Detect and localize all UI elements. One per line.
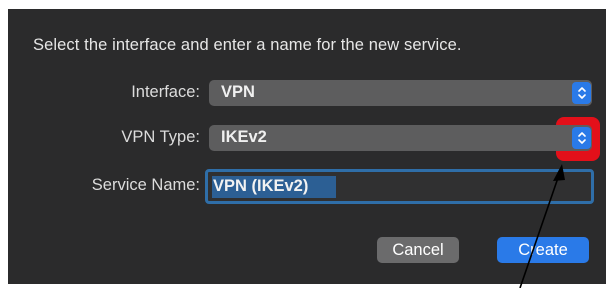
service-name-field[interactable] [205,169,594,204]
interface-select[interactable]: VPN [209,80,592,106]
new-service-dialog: Select the interface and enter a name fo… [8,9,606,284]
vpn-type-select-value: IKEv2 [221,128,267,146]
up-down-chevron-icon[interactable] [572,82,591,104]
interface-label: Interface: [131,83,200,101]
create-button[interactable]: Create [497,237,589,263]
service-name-label: Service Name: [91,176,200,194]
screenshot-stage: Select the interface and enter a name fo… [0,0,611,288]
up-down-chevron-icon[interactable] [572,127,591,149]
vpn-type-select[interactable]: IKEv2 [209,125,592,151]
cancel-button[interactable]: Cancel [377,237,459,263]
service-name-input[interactable] [208,172,591,201]
interface-select-value: VPN [221,83,255,101]
dialog-instruction: Select the interface and enter a name fo… [33,36,462,54]
vpn-type-label: VPN Type: [121,128,200,146]
